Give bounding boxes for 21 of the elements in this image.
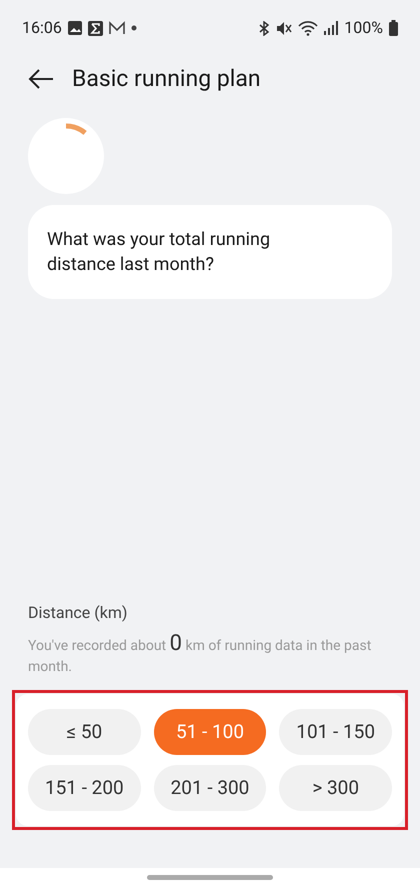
home-handle[interactable]: [147, 875, 273, 880]
distance-label: Distance (km): [27, 602, 128, 624]
distance-hint: You've recorded about 0 km of running data in the past month.: [27, 633, 372, 677]
signal-icon: [324, 21, 338, 35]
page-title: Basic running plan: [72, 64, 261, 94]
distance-option[interactable]: 101 - 150: [279, 709, 392, 755]
distance-option[interactable]: 201 - 300: [154, 765, 266, 811]
bluetooth-icon: [258, 20, 270, 36]
question-text: What was your total running distance last month?: [47, 228, 272, 277]
mute-icon: [276, 20, 292, 36]
distance-option[interactable]: > 300: [279, 765, 392, 811]
dot-icon: [130, 25, 137, 31]
distance-option[interactable]: 151 - 200: [28, 765, 141, 811]
battery-icon: [389, 20, 398, 36]
gallery-icon: [68, 21, 82, 35]
status-time: 16:06: [22, 17, 62, 39]
battery-percent: 100%: [344, 17, 383, 39]
mail-icon: [108, 21, 125, 35]
wifi-icon: [298, 20, 318, 36]
distance-option[interactable]: ≤ 50: [28, 709, 141, 755]
sigma-icon: [88, 20, 103, 36]
